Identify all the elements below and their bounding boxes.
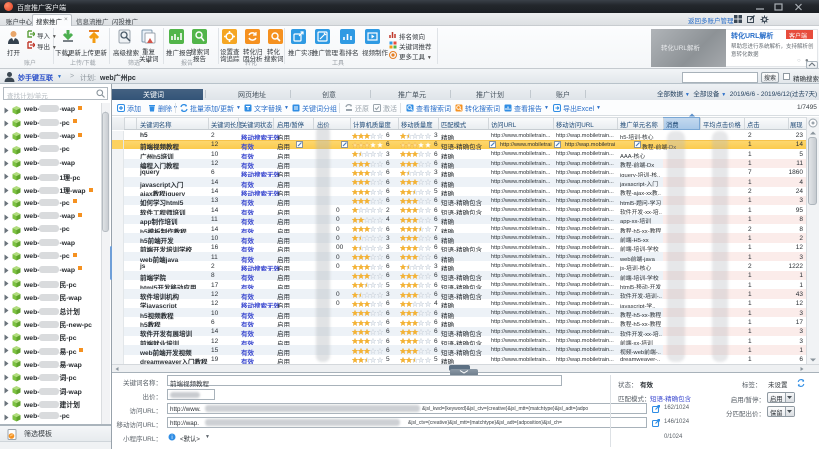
svg-text:i: i — [171, 435, 172, 441]
